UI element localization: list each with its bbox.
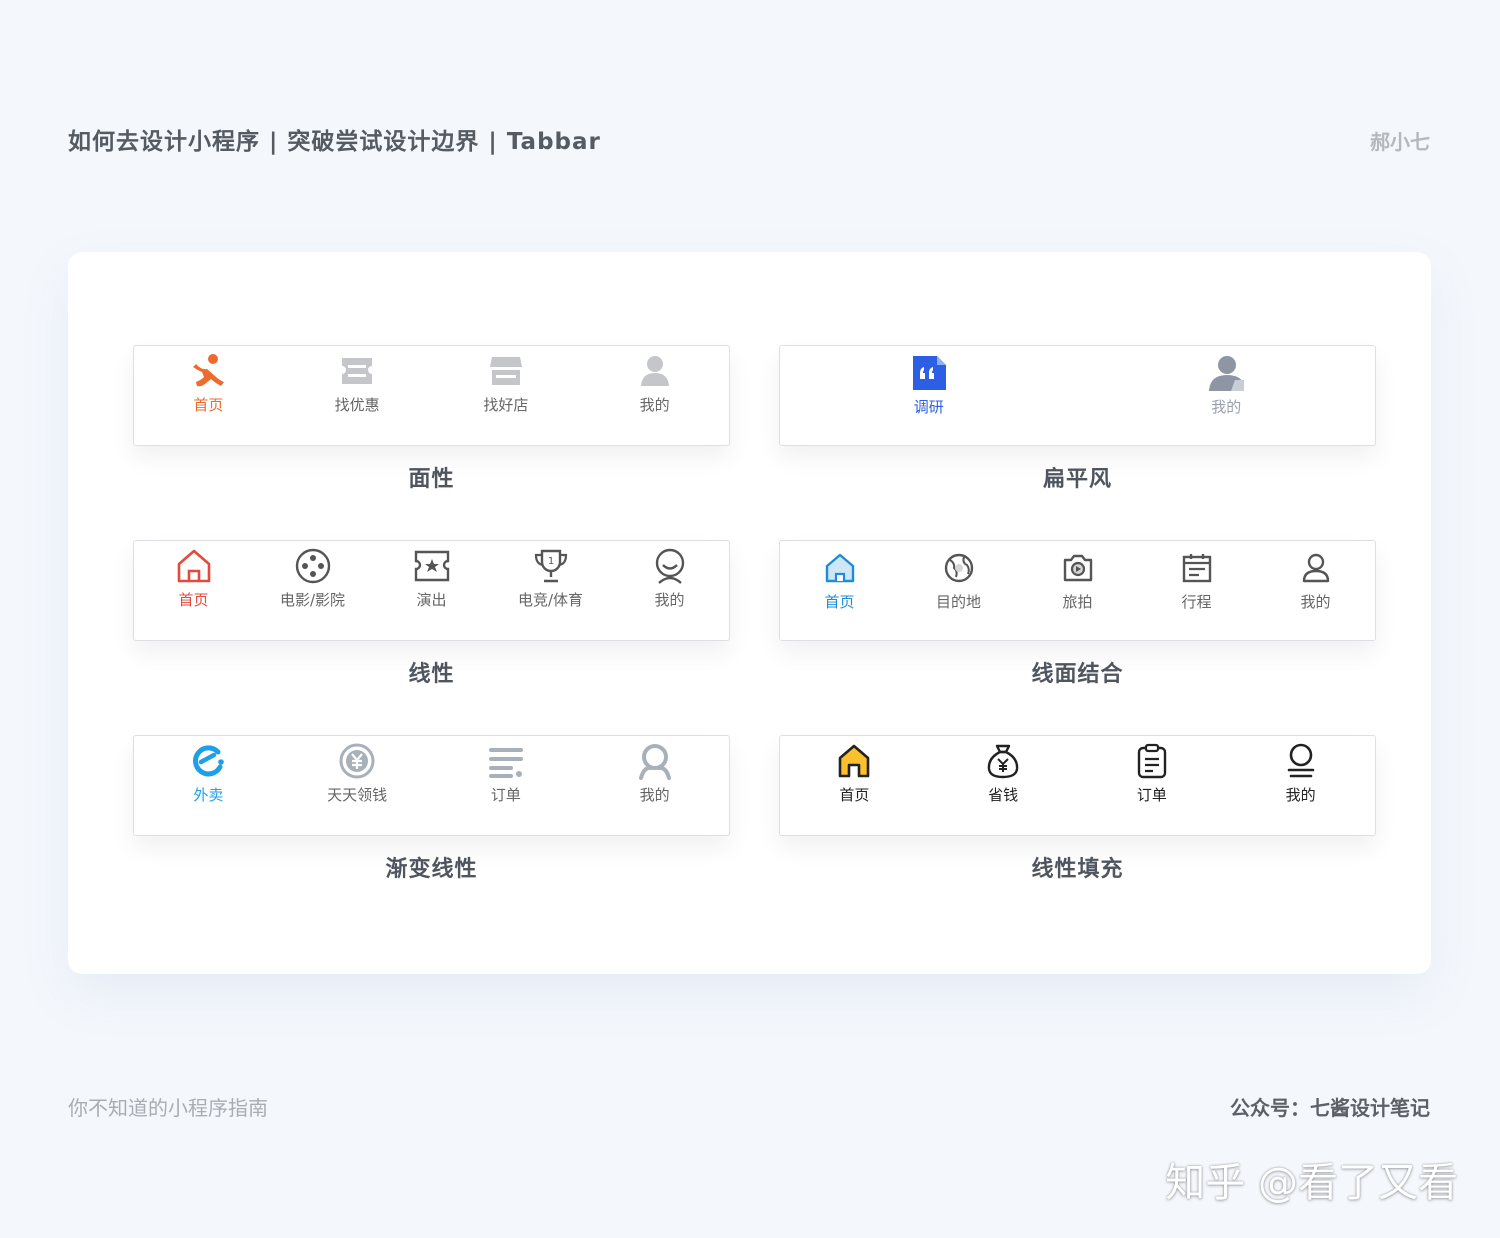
footer-account-text: 公众号：七酱设计笔记 — [1230, 1096, 1430, 1120]
author-name: 郝小七 — [1370, 130, 1430, 154]
tab-label: 电影/影院 — [279, 591, 346, 609]
tabbar: 首页 找优惠 找好店 我的 — [133, 345, 730, 446]
tab-label: 省钱 — [988, 786, 1019, 804]
user-outline-icon — [636, 742, 674, 780]
calendar-icon — [1178, 549, 1216, 587]
footer-guide-text: 你不知道的小程序指南 — [68, 1096, 268, 1120]
tab-mine[interactable]: 我的 — [580, 346, 729, 445]
tabbar: 首页 电影/影院 演出 1 电竞/体育 我的 — [133, 540, 730, 641]
panel-caption: 渐变线性 — [385, 857, 478, 882]
tabbar: 调研 我的 — [779, 345, 1376, 446]
document-quote-icon — [910, 354, 948, 392]
tab-label: 演出 — [416, 591, 447, 609]
tabbar: 首页 目的地 旅拍 行程 我的 — [779, 540, 1376, 641]
tab-movies[interactable]: 电影/影院 — [253, 541, 372, 640]
tab-label: 首页 — [193, 396, 224, 414]
tab-daily-cash[interactable]: 天天领钱 — [283, 736, 432, 835]
user-icon — [636, 352, 674, 390]
home-icon — [821, 549, 859, 587]
tab-home[interactable]: 首页 — [134, 541, 253, 640]
home-filled-icon — [835, 742, 873, 780]
tab-label: 天天领钱 — [327, 786, 388, 804]
tab-label: 订单 — [490, 786, 521, 804]
panel-linear-fill: 首页 省钱 订单 我的 线性填充 — [779, 735, 1376, 883]
tab-label: 订单 — [1136, 786, 1167, 804]
tab-mine[interactable]: 我的 — [580, 736, 729, 835]
tab-label: 我的 — [639, 786, 670, 804]
home-icon — [175, 547, 213, 585]
tab-label: 调研 — [913, 398, 944, 416]
panel-caption: 线性填充 — [1031, 857, 1124, 882]
tab-mine[interactable]: 我的 — [610, 541, 729, 640]
panel-caption: 扁平风 — [1042, 467, 1112, 492]
camera-icon — [1059, 549, 1097, 587]
user-outline-icon — [1282, 742, 1320, 780]
tab-label: 行程 — [1181, 593, 1212, 611]
tab-home[interactable]: 首页 — [134, 346, 283, 445]
person-icon — [189, 352, 227, 390]
yen-coin-icon — [338, 742, 376, 780]
tab-label: 外卖 — [193, 786, 224, 804]
globe-icon — [940, 549, 978, 587]
tab-travel-photo[interactable]: 旅拍 — [1018, 541, 1137, 640]
clipboard-icon — [1133, 742, 1171, 780]
page-title: 如何去设计小程序 | 突破尝试设计边界 | Tabbar — [68, 129, 601, 155]
panel-caption: 线面结合 — [1031, 662, 1124, 687]
showcase-card: 首页 找优惠 找好店 我的 面性 调研 我的 扁平风 首页 电影/影院 演出 1… — [68, 252, 1431, 974]
tab-label: 我的 — [1285, 786, 1316, 804]
list-icon — [487, 742, 525, 780]
tab-deals[interactable]: 找优惠 — [283, 346, 432, 445]
tab-save-money[interactable]: 省钱 — [929, 736, 1078, 835]
tab-destinations[interactable]: 目的地 — [899, 541, 1018, 640]
tab-research[interactable]: 调研 — [780, 346, 1078, 445]
tab-label: 电竞/体育 — [517, 591, 584, 609]
star-ticket-icon — [413, 547, 451, 585]
tab-home[interactable]: 首页 — [780, 541, 899, 640]
tab-label: 我的 — [1300, 593, 1331, 611]
tab-mine[interactable]: 我的 — [1256, 541, 1375, 640]
tab-label: 首页 — [839, 786, 870, 804]
panel-caption: 面性 — [408, 467, 455, 492]
panel-surface: 首页 找优惠 找好店 我的 面性 — [133, 345, 730, 493]
eleme-logo-icon — [189, 742, 227, 780]
tab-itinerary[interactable]: 行程 — [1137, 541, 1256, 640]
tab-label: 首页 — [824, 593, 855, 611]
zhihu-watermark: 知乎 @看了又看 — [1165, 1160, 1458, 1206]
tab-shows[interactable]: 演出 — [372, 541, 491, 640]
shop-icon — [487, 352, 525, 390]
tab-label: 首页 — [178, 591, 209, 609]
tab-sports[interactable]: 1 电竞/体育 — [491, 541, 610, 640]
panel-line-surface: 首页 目的地 旅拍 行程 我的 线面结合 — [779, 540, 1376, 688]
tab-home[interactable]: 首页 — [780, 736, 929, 835]
tab-label: 旅拍 — [1062, 593, 1093, 611]
tab-label: 我的 — [654, 591, 685, 609]
trophy-icon: 1 — [532, 547, 570, 585]
tab-label: 找好店 — [483, 396, 529, 414]
panel-caption: 线性 — [408, 662, 455, 687]
user-icon — [1207, 354, 1245, 392]
tab-takeout[interactable]: 外卖 — [134, 736, 283, 835]
tab-label: 我的 — [1211, 398, 1242, 416]
tab-mine[interactable]: 我的 — [1078, 346, 1376, 445]
tab-label: 目的地 — [935, 593, 981, 611]
film-reel-icon — [294, 547, 332, 585]
tab-orders[interactable]: 订单 — [1078, 736, 1227, 835]
tab-shops[interactable]: 找好店 — [432, 346, 581, 445]
ticket-icon — [338, 352, 376, 390]
tab-orders[interactable]: 订单 — [432, 736, 581, 835]
svg-text:1: 1 — [547, 556, 553, 567]
user-outline-icon — [1297, 549, 1335, 587]
tabbar: 首页 省钱 订单 我的 — [779, 735, 1376, 836]
tabbar: 外卖 天天领钱 订单 我的 — [133, 735, 730, 836]
tab-label: 我的 — [639, 396, 670, 414]
tab-mine[interactable]: 我的 — [1226, 736, 1375, 835]
tab-label: 找优惠 — [334, 396, 380, 414]
panel-linear: 首页 电影/影院 演出 1 电竞/体育 我的 线性 — [133, 540, 730, 688]
panel-flat: 调研 我的 扁平风 — [779, 345, 1376, 493]
smile-face-icon — [651, 547, 689, 585]
panel-gradient-linear: 外卖 天天领钱 订单 我的 渐变线性 — [133, 735, 730, 883]
money-bag-icon — [984, 742, 1022, 780]
